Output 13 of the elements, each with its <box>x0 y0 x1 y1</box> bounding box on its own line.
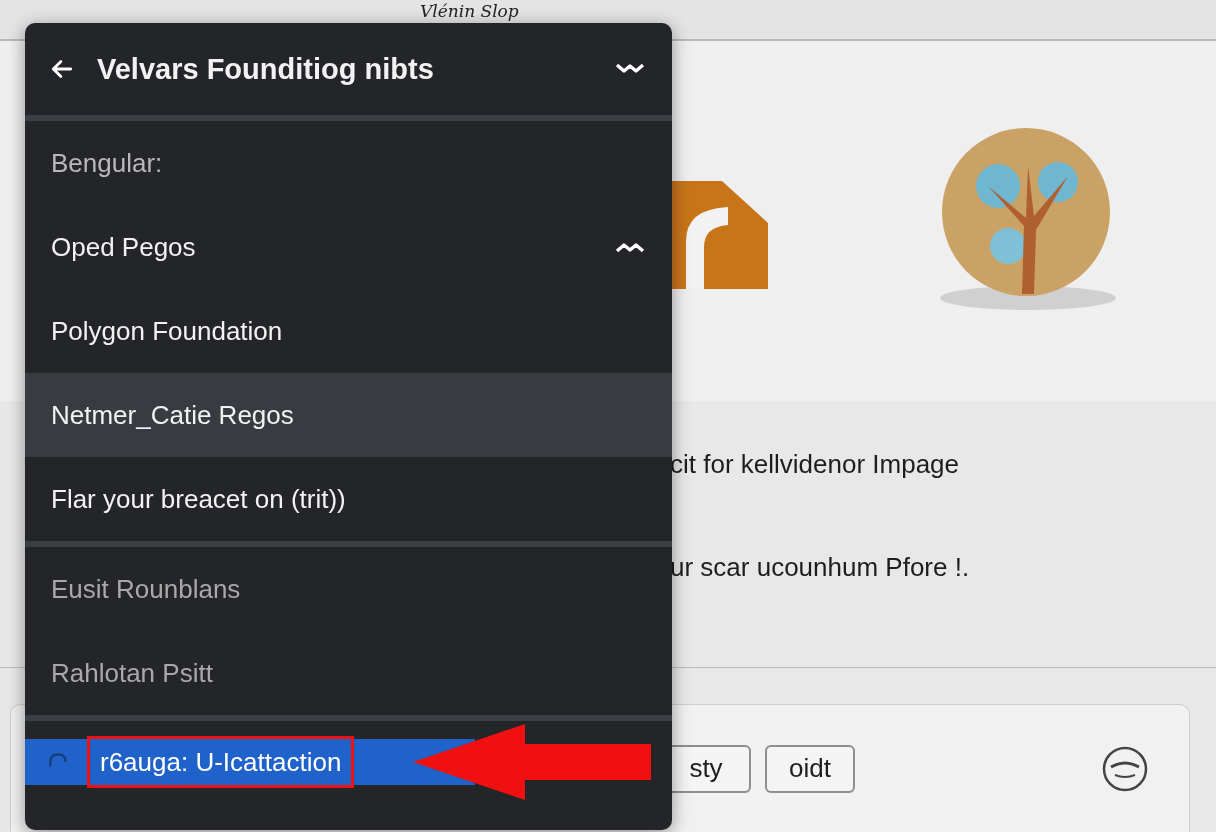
menu-item[interactable]: Flar your breacet on (trit)) <box>25 457 672 541</box>
selected-item-label: r6auga: U-Icattaction <box>100 747 342 777</box>
menu-title: Velvars Founditiog nibts <box>97 52 435 86</box>
selected-menu-item[interactable]: r6auga: U-Icattaction <box>25 739 475 785</box>
body-text: cit for kellvidenor Impage <box>670 449 961 480</box>
body-text: ur scar ucounhum Pfore !. <box>670 552 971 583</box>
face-circle-icon[interactable] <box>1101 744 1149 793</box>
action-button[interactable]: oidt <box>765 744 855 793</box>
menu-item[interactable]: Polygon Foundation <box>25 289 672 373</box>
menu-heading: Bengular: <box>51 147 163 179</box>
page-title: Vlénin Slop <box>420 1 519 21</box>
menu-group-toggle[interactable]: Oped Pegos <box>25 205 672 289</box>
menu-item[interactable]: Netmer_Catie Regos <box>25 373 672 457</box>
